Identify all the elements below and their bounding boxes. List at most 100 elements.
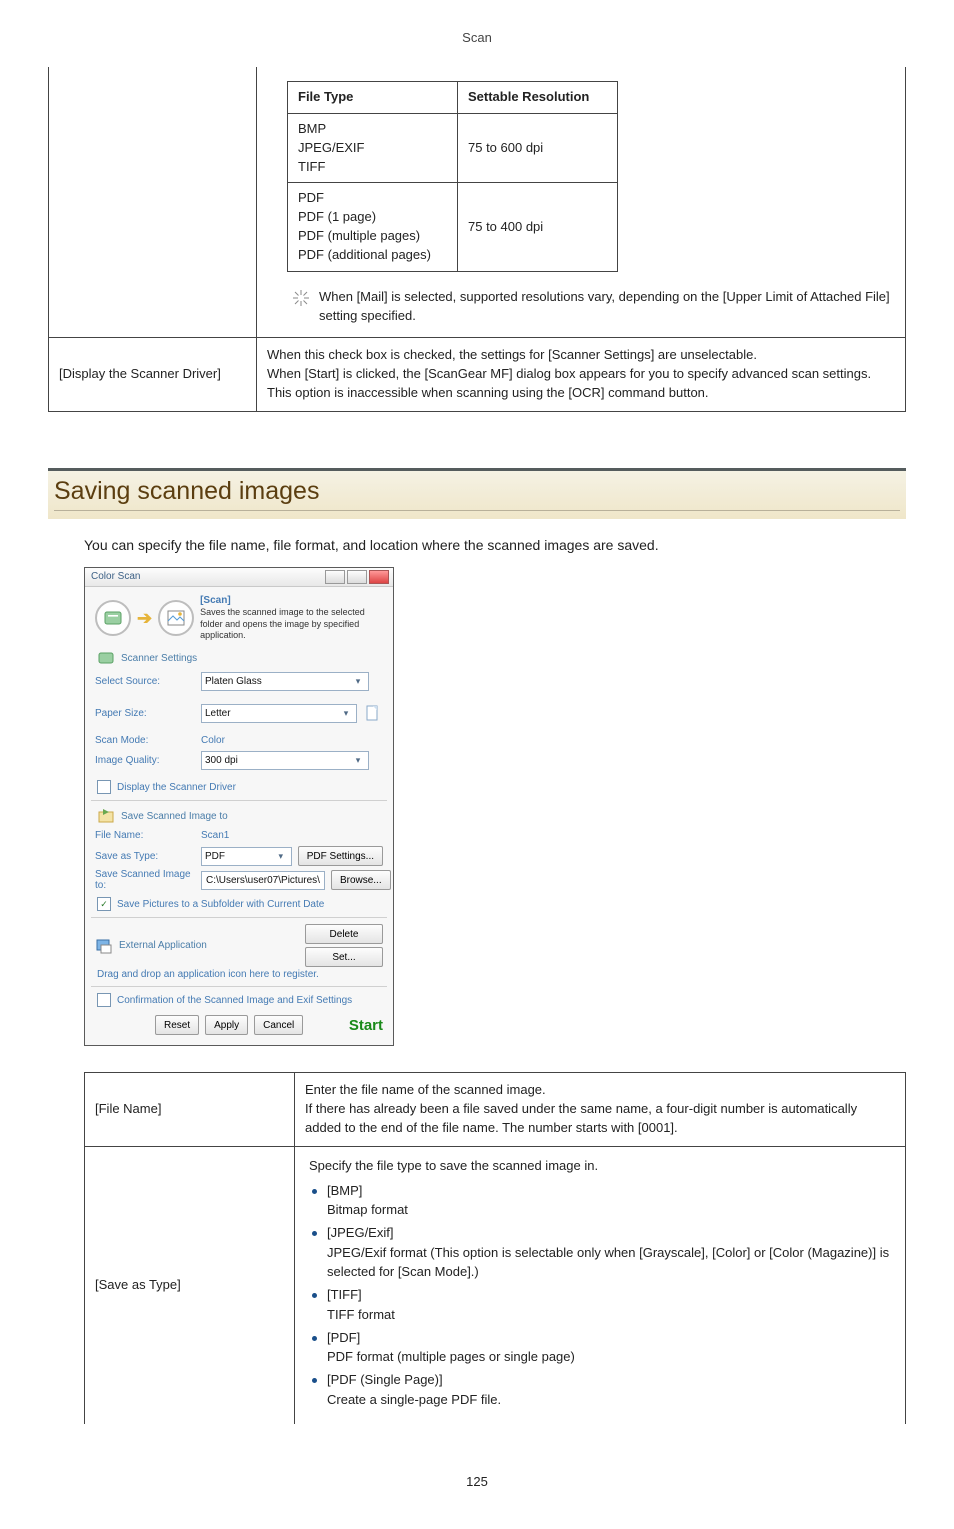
- filetype-line: BMP: [298, 120, 447, 139]
- save-as-type-label: Save as Type:: [95, 851, 195, 862]
- scanner-settings-heading: Scanner Settings: [121, 653, 197, 664]
- list-item-head: [PDF]: [327, 1330, 360, 1345]
- chevron-down-icon: ▾: [351, 676, 365, 687]
- pdf-settings-button[interactable]: PDF Settings...: [298, 846, 383, 866]
- body-line: If there has already been a file saved u…: [305, 1100, 895, 1138]
- reset-button[interactable]: Reset: [155, 1015, 199, 1035]
- image-quality-label: Image Quality:: [95, 755, 195, 766]
- start-button[interactable]: Start: [349, 1017, 383, 1034]
- photo-illustration-icon: [158, 600, 194, 636]
- body-line: When this check box is checked, the sett…: [267, 346, 895, 365]
- select-source-value: Platen Glass: [205, 676, 262, 687]
- display-driver-label: Display the Scanner Driver: [117, 782, 236, 793]
- resolution-col-header: Settable Resolution: [458, 82, 618, 114]
- browse-button[interactable]: Browse...: [331, 870, 391, 890]
- save-image-icon: [97, 807, 115, 825]
- scan-desc-title: [Scan]: [200, 595, 231, 606]
- paper-size-label: Paper Size:: [95, 708, 195, 719]
- paper-size-combo[interactable]: Letter ▾: [201, 704, 357, 723]
- display-scanner-driver-body: When this check box is checked, the sett…: [257, 338, 906, 412]
- external-app-heading: External Application: [119, 940, 207, 951]
- save-as-type-combo[interactable]: PDF ▾: [201, 847, 292, 866]
- list-item: [JPEG/Exif] JPEG/Exif format (This optio…: [309, 1224, 891, 1282]
- paper-size-value: Letter: [205, 708, 231, 719]
- set-button[interactable]: Set...: [305, 947, 383, 967]
- resolution-cell: 75 to 600 dpi: [458, 113, 618, 183]
- select-source-combo[interactable]: Platen Glass ▾: [201, 672, 369, 691]
- chevron-down-icon: ▾: [274, 851, 288, 862]
- list-item-head: [TIFF]: [327, 1287, 362, 1302]
- filetype-col-header: File Type: [288, 82, 458, 114]
- save-as-type-value: PDF: [205, 851, 225, 862]
- chevron-down-icon: ▾: [339, 708, 353, 719]
- list-item-head: [BMP]: [327, 1183, 362, 1198]
- list-item-sub: TIFF format: [327, 1306, 891, 1325]
- drag-drop-hint: Drag and drop an application icon here t…: [97, 969, 383, 980]
- apply-button[interactable]: Apply: [205, 1015, 248, 1035]
- confirm-checkbox[interactable]: [97, 993, 111, 1007]
- save-as-type-row-label: [Save as Type]: [85, 1146, 295, 1424]
- save-subfolder-label: Save Pictures to a Subfolder with Curren…: [117, 899, 324, 910]
- upper-settings-table: File Type Settable Resolution BMP JPEG/E…: [48, 67, 906, 412]
- filetype-line: PDF (additional pages): [298, 246, 447, 265]
- cancel-button[interactable]: Cancel: [254, 1015, 303, 1035]
- list-item: [PDF] PDF format (multiple pages or sing…: [309, 1329, 891, 1368]
- page-number: 125: [48, 1474, 906, 1489]
- upper-settings-body-cell: File Type Settable Resolution BMP JPEG/E…: [257, 67, 906, 338]
- maximize-icon[interactable]: [347, 570, 367, 584]
- section-intro: You can specify the file name, file form…: [84, 537, 906, 553]
- paper-orientation-icon[interactable]: [363, 703, 383, 723]
- list-item: [PDF (Single Page)] Create a single-page…: [309, 1371, 891, 1410]
- save-image-heading: Save Scanned Image to: [121, 811, 228, 822]
- arrow-right-icon: ➔: [137, 609, 152, 627]
- chevron-down-icon: ▾: [351, 755, 365, 766]
- section-heading-bar: Saving scanned images: [48, 468, 906, 519]
- save-to-textbox[interactable]: C:\Users\user07\Pictures\: [201, 871, 325, 890]
- minimize-icon[interactable]: [325, 570, 345, 584]
- select-source-label: Select Source:: [95, 676, 195, 687]
- section-heading-text: Saving scanned images: [54, 477, 319, 505]
- scan-desc-text: Saves the scanned image to the selected …: [200, 607, 365, 640]
- filetype-line: TIFF: [298, 158, 447, 177]
- delete-button[interactable]: Delete: [305, 924, 383, 944]
- filetype-line: PDF (multiple pages): [298, 227, 447, 246]
- table-row: BMP JPEG/EXIF TIFF 75 to 600 dpi: [288, 113, 618, 183]
- display-driver-checkbox[interactable]: [97, 780, 111, 794]
- scanner-illustration-icon: [95, 600, 131, 636]
- list-item-sub: JPEG/Exif format (This option is selecta…: [327, 1244, 891, 1282]
- list-item-sub: Bitmap format: [327, 1201, 891, 1220]
- body-line: When [Start] is clicked, the [ScanGear M…: [267, 365, 895, 384]
- image-quality-value: 300 dpi: [205, 755, 238, 766]
- list-item-head: [PDF (Single Page)]: [327, 1372, 443, 1387]
- file-name-row-label: [File Name]: [85, 1073, 295, 1147]
- display-scanner-driver-label: [Display the Scanner Driver]: [49, 338, 257, 412]
- confirm-label: Confirmation of the Scanned Image and Ex…: [117, 995, 352, 1006]
- close-icon[interactable]: [369, 570, 389, 584]
- body-line: This option is inaccessible when scannin…: [267, 384, 895, 403]
- resolution-cell: 75 to 400 dpi: [458, 183, 618, 271]
- scanner-settings-icon: [97, 649, 115, 667]
- list-item-sub: PDF format (multiple pages or single pag…: [327, 1348, 891, 1367]
- file-name-value: Scan1: [201, 830, 229, 841]
- external-app-icon: [95, 937, 113, 955]
- save-subfolder-checkbox[interactable]: ✓: [97, 897, 111, 911]
- body-line: Specify the file type to save the scanne…: [309, 1157, 891, 1176]
- scan-mode-label: Scan Mode:: [95, 735, 195, 746]
- image-quality-combo[interactable]: 300 dpi ▾: [201, 751, 369, 770]
- table-row: PDF PDF (1 page) PDF (multiple pages) PD…: [288, 183, 618, 271]
- list-item-sub: Create a single-page PDF file.: [327, 1391, 891, 1410]
- list-item-head: [JPEG/Exif]: [327, 1225, 393, 1240]
- doc-section-header: Scan: [48, 30, 906, 45]
- save-as-type-row-body: Specify the file type to save the scanne…: [295, 1146, 906, 1424]
- note-text: When [Mail] is selected, supported resol…: [319, 288, 893, 326]
- note-icon: [293, 290, 309, 306]
- dialog-title: Color Scan: [91, 571, 140, 582]
- body-line: Enter the file name of the scanned image…: [305, 1081, 895, 1100]
- list-item: [TIFF] TIFF format: [309, 1286, 891, 1325]
- filetype-line: PDF: [298, 189, 447, 208]
- save-to-value: C:\Users\user07\Pictures\: [206, 875, 320, 886]
- filetype-resolution-table: File Type Settable Resolution BMP JPEG/E…: [287, 81, 618, 272]
- filetype-line: JPEG/EXIF: [298, 139, 447, 158]
- filetype-line: PDF (1 page): [298, 208, 447, 227]
- file-name-label: File Name:: [95, 830, 195, 841]
